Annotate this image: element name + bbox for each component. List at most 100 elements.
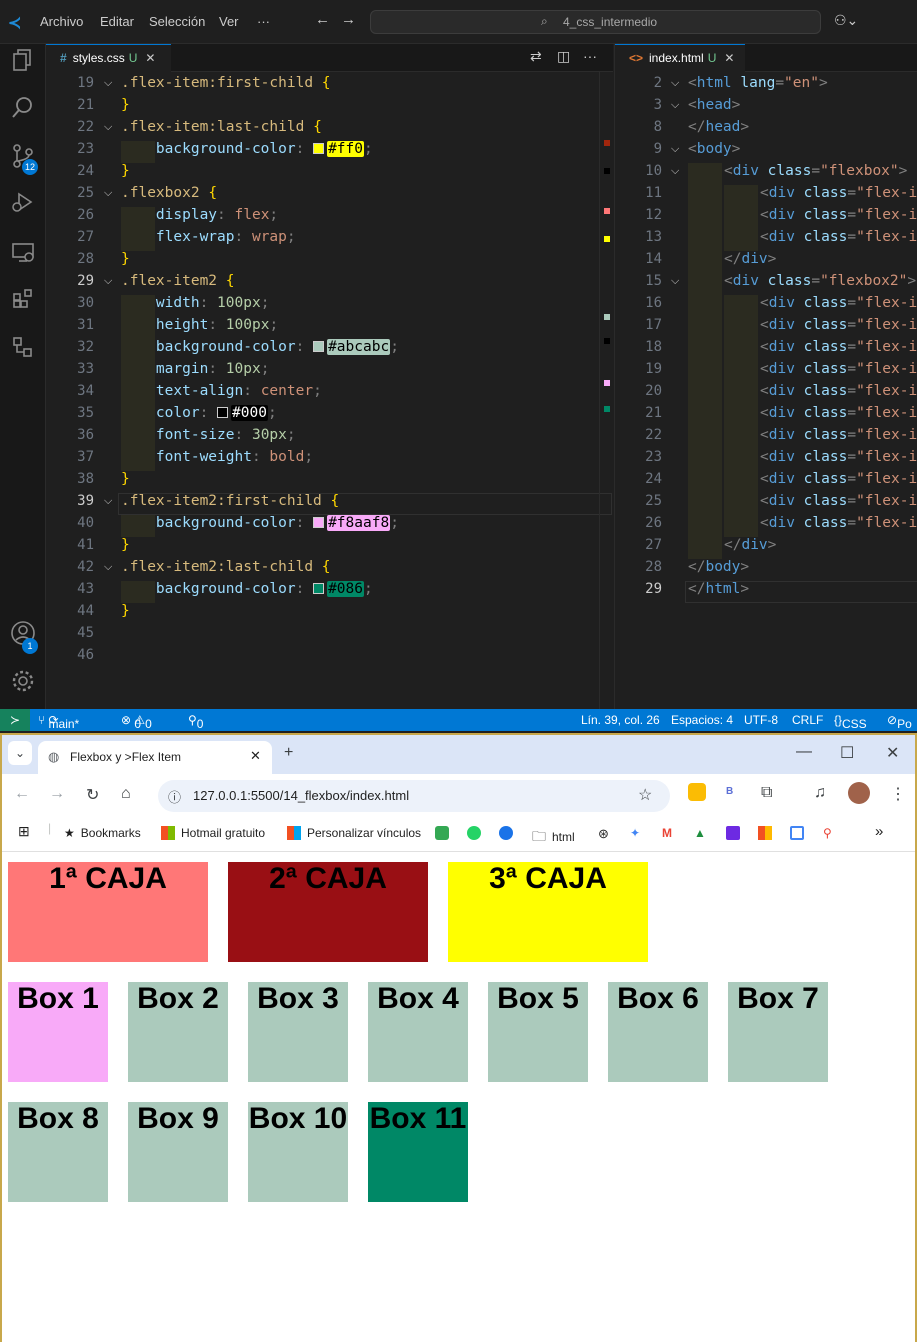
code-line: <div class="flex-it — [760, 405, 917, 421]
tab-search-chevron-icon[interactable]: ⌄ — [8, 741, 32, 765]
close-icon[interactable]: ✕ — [724, 51, 734, 65]
encoding[interactable]: UTF-8 — [744, 713, 778, 727]
notifications-indicator[interactable]: ⊘ Po — [887, 713, 912, 731]
settings-gear-icon[interactable] — [8, 669, 38, 699]
fold-chevron-icon[interactable]: ⌵ — [104, 77, 112, 90]
minimize-icon[interactable]: — — [796, 743, 812, 761]
bookmark-bookmarks[interactable]: ★ Bookmarks — [64, 826, 141, 840]
menu-seleccion[interactable]: Selección — [149, 14, 205, 29]
bookmark-folder-html[interactable]: 🗀 html — [532, 826, 575, 850]
line-number: 26 — [77, 207, 94, 223]
forward-arrow-icon[interactable]: → — [341, 11, 356, 28]
menu-editar[interactable]: Editar — [100, 14, 134, 29]
menu-more[interactable]: ··· — [257, 14, 270, 29]
bookmark-gemini[interactable]: ✦ — [630, 826, 640, 840]
run-debug-icon[interactable] — [8, 190, 38, 220]
extension-keep-icon[interactable] — [688, 783, 706, 801]
remote-explorer-icon[interactable] — [8, 240, 38, 270]
address-bar[interactable]: ⓘ 127.0.0.1:5500/14_flexbox/index.html ☆ — [158, 780, 670, 812]
code-line: } — [121, 471, 130, 487]
command-center[interactable]: ⌕ 4_css_intermedio — [370, 10, 821, 34]
extension-b-icon[interactable]: B — [726, 786, 733, 797]
cursor-position[interactable]: Lín. 39, col. 26 — [581, 713, 660, 727]
color-swatch[interactable] — [313, 517, 325, 528]
source-control-icon[interactable]: 12 — [8, 143, 38, 175]
apps-grid-icon[interactable]: ⊞ — [18, 823, 30, 840]
bookmark-microsoft[interactable] — [758, 826, 778, 840]
more-actions-icon[interactable]: ··· — [583, 48, 597, 64]
fold-chevron-icon[interactable]: ⌵ — [671, 275, 679, 288]
fold-chevron-icon[interactable]: ⌵ — [104, 121, 112, 134]
bookmark-maps[interactable]: ⚲ — [823, 826, 832, 840]
extensions-icon[interactable] — [8, 287, 38, 317]
fold-chevron-icon[interactable]: ⌵ — [104, 561, 112, 574]
split-editor-icon[interactable]: ◫ — [557, 48, 570, 65]
media-control-icon[interactable]: ♫ — [814, 784, 826, 802]
fold-chevron-icon[interactable]: ⌵ — [104, 495, 112, 508]
bookmark-messenger[interactable] — [499, 826, 519, 840]
bookmark-hotmail[interactable]: Hotmail gratuito — [161, 826, 265, 840]
fold-chevron-icon[interactable]: ⌵ — [671, 99, 679, 112]
bookmark-drive[interactable]: ▲ — [694, 826, 706, 840]
close-icon[interactable]: ✕ — [250, 748, 261, 764]
fold-chevron-icon[interactable]: ⌵ — [104, 275, 112, 288]
extensions-puzzle-icon[interactable]: ⧉ — [761, 784, 772, 802]
css-property: width — [155, 295, 200, 311]
explorer-icon[interactable] — [8, 48, 38, 78]
branch-indicator[interactable]: ⑂ main* ⟳ — [38, 713, 79, 731]
code-line: .flex-item2 { — [121, 273, 235, 289]
language-mode[interactable]: {} CSS — [834, 713, 867, 731]
code-line: <div class="flexbox"> — [724, 163, 908, 179]
overview-ruler-mark — [604, 140, 610, 146]
color-swatch[interactable] — [313, 143, 325, 154]
css-property: background-color — [155, 581, 296, 597]
color-swatch[interactable] — [217, 407, 229, 418]
graph-icon[interactable] — [8, 335, 38, 365]
menu-ver[interactable]: Ver — [219, 14, 239, 29]
back-arrow-icon[interactable]: ← — [315, 11, 330, 28]
color-swatch[interactable] — [313, 341, 325, 352]
fold-chevron-icon[interactable]: ⌵ — [104, 187, 112, 200]
tab-index-html[interactable]: <> index.html U ✕ — [615, 44, 745, 72]
bookmark-star-icon[interactable]: ☆ — [638, 785, 652, 805]
chrome-menu-icon[interactable]: ⋮ — [890, 784, 906, 804]
line-ending[interactable]: CRLF — [792, 713, 823, 727]
problems-indicator[interactable]: ⊗ 0 ⚠ 0 — [121, 713, 152, 731]
indentation[interactable]: Espacios: 4 — [671, 713, 733, 727]
tab-styles-css[interactable]: # styles.css U ✕ — [46, 44, 171, 72]
back-icon[interactable]: ← — [14, 785, 30, 803]
bookmark-openai[interactable]: ⊛ — [598, 826, 609, 842]
fold-chevron-icon[interactable]: ⌵ — [671, 77, 679, 90]
bookmark-gmail[interactable]: M — [662, 826, 672, 840]
compare-icon[interactable]: ⇄ — [530, 48, 542, 65]
site-info-icon[interactable]: ⓘ — [168, 787, 181, 806]
new-tab-icon[interactable]: + — [284, 744, 293, 762]
browser-tab[interactable]: ◍ Flexbox y >Flex Item ✕ — [38, 741, 272, 774]
bookmark-mail[interactable] — [726, 826, 746, 840]
bookmark-calendar[interactable] — [790, 826, 810, 840]
reload-icon[interactable]: ↻ — [86, 785, 99, 805]
close-icon[interactable]: ✕ — [145, 51, 155, 65]
more-bookmarks-icon[interactable]: » — [875, 823, 883, 840]
search-icon[interactable] — [8, 95, 38, 125]
copilot-icon[interactable]: ⚇⌄ — [834, 12, 858, 29]
bookmark-chat[interactable] — [435, 826, 455, 840]
line-number: 11 — [645, 185, 662, 201]
forward-icon[interactable]: → — [49, 785, 65, 803]
accounts-icon[interactable]: 1 — [8, 620, 38, 654]
fold-chevron-icon[interactable]: ⌵ — [671, 143, 679, 156]
color-swatch[interactable] — [313, 583, 325, 594]
editor-styles-css[interactable]: # styles.css U ✕ ⇄ ◫ ··· 19 ⌵ .flex-item:firs… — [46, 44, 613, 709]
maximize-icon[interactable]: ☐ — [840, 743, 854, 763]
bookmark-personalizar[interactable]: Personalizar vínculos — [287, 826, 421, 840]
ports-indicator[interactable]: ⚲ 0 — [188, 713, 203, 731]
bookmark-whatsapp[interactable] — [467, 826, 487, 840]
css-value: #ff0 — [327, 141, 364, 157]
fold-chevron-icon[interactable]: ⌵ — [671, 165, 679, 178]
home-icon[interactable]: ⌂ — [121, 785, 131, 803]
avatar[interactable] — [848, 782, 870, 804]
menu-archivo[interactable]: Archivo — [40, 14, 83, 29]
close-window-icon[interactable]: ✕ — [886, 743, 899, 763]
editor-index-html[interactable]: <> index.html U ✕ 2 ⌵ <html lang="en"> 3 ⌵ <head… — [614, 44, 917, 709]
remote-indicator-icon[interactable]: ≻ — [0, 709, 30, 731]
